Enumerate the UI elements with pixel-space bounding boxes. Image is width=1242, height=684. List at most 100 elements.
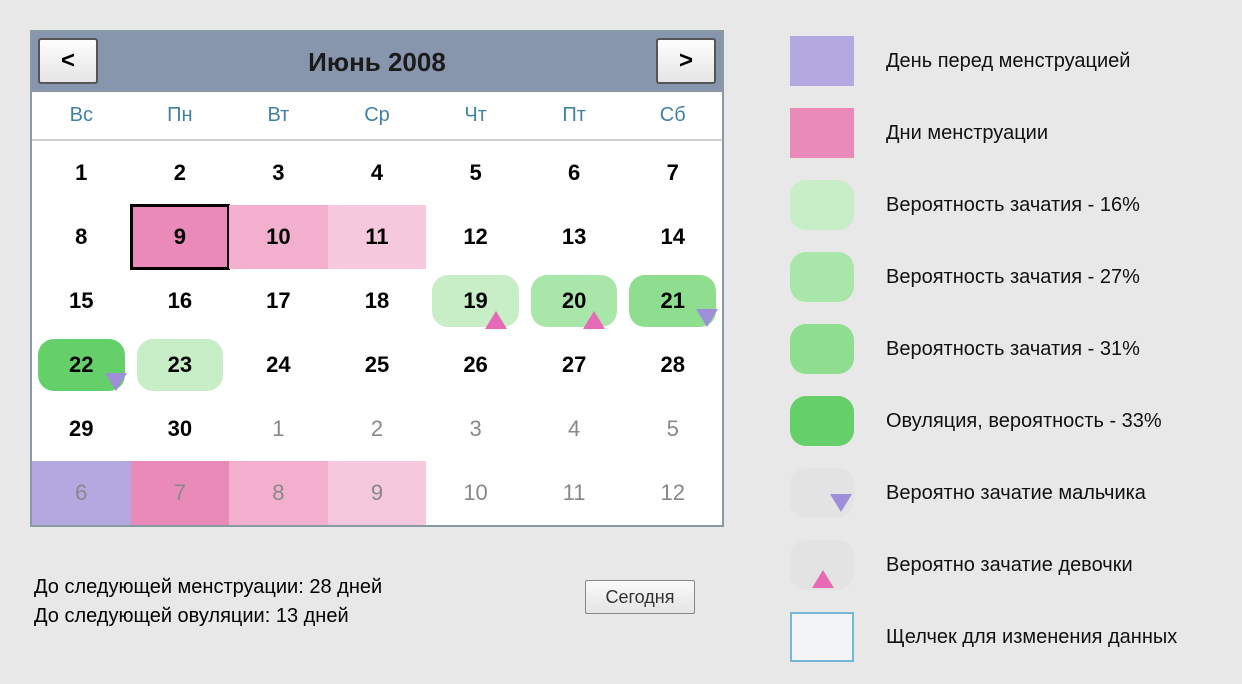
prev-month-button[interactable]: <: [38, 38, 98, 84]
legend-swatch: [790, 612, 854, 662]
legend-label: Вероятно зачатие мальчика: [886, 482, 1146, 505]
day-number: 11: [563, 480, 586, 506]
day-cell[interactable]: 24: [229, 333, 328, 397]
day-number: 11: [365, 224, 388, 250]
day-cell[interactable]: 14: [623, 205, 722, 269]
day-number: 13: [562, 224, 586, 250]
day-cell[interactable]: 5: [623, 397, 722, 461]
day-cell[interactable]: 19: [426, 269, 525, 333]
day-cell[interactable]: 3: [426, 397, 525, 461]
weekday-row: ВсПнВтСрЧтПтСб: [32, 92, 722, 141]
day-number: 2: [371, 416, 383, 442]
legend-swatch: [790, 540, 854, 590]
day-cell[interactable]: 10: [426, 461, 525, 525]
day-cell[interactable]: 1: [32, 141, 131, 205]
day-cell[interactable]: 21: [623, 269, 722, 333]
legend-panel: День перед менструацией Дни менструации Ве…: [790, 36, 1220, 684]
legend-row: День перед менструацией: [790, 36, 1220, 86]
weekday-6: Сб: [623, 92, 722, 139]
day-cell[interactable]: 7: [623, 141, 722, 205]
day-cell[interactable]: 23: [131, 333, 230, 397]
weekday-3: Ср: [328, 92, 427, 139]
day-cell[interactable]: 12: [426, 205, 525, 269]
day-number: 12: [463, 224, 487, 250]
day-cell[interactable]: 27: [525, 333, 624, 397]
day-cell[interactable]: 11: [328, 205, 427, 269]
next-month-button[interactable]: >: [656, 38, 716, 84]
day-number: 7: [174, 480, 186, 506]
day-cell[interactable]: 29: [32, 397, 131, 461]
day-cell[interactable]: 11: [525, 461, 624, 525]
day-cell[interactable]: 17: [229, 269, 328, 333]
day-number: 2: [174, 160, 186, 186]
day-cell[interactable]: 18: [328, 269, 427, 333]
day-cell[interactable]: 9: [328, 461, 427, 525]
day-cell[interactable]: 20: [525, 269, 624, 333]
day-number: 1: [75, 160, 87, 186]
day-number: 18: [365, 288, 389, 314]
today-button[interactable]: Сегодня: [585, 580, 695, 614]
day-number: 12: [660, 480, 684, 506]
calendar-panel: < Июнь 2008 > ВсПнВтСрЧтПтСб 12345678910…: [30, 30, 724, 527]
day-cell[interactable]: 6: [525, 141, 624, 205]
day-cell[interactable]: 16: [131, 269, 230, 333]
next-menstruation-label: До следующей менструации: 28 дней: [34, 576, 382, 599]
legend-row: Щелчек для изменения данных: [790, 612, 1220, 662]
day-cell[interactable]: 8: [229, 461, 328, 525]
legend-swatch: [790, 324, 854, 374]
next-ovulation-label: До следующей овуляции: 13 дней: [34, 605, 382, 628]
day-cell[interactable]: 22: [32, 333, 131, 397]
legend-row: Вероятно зачатие мальчика: [790, 468, 1220, 518]
status-footer: До следующей менструации: 28 дней До сле…: [34, 576, 382, 634]
legend-swatch: [790, 252, 854, 302]
day-number: 9: [174, 224, 186, 250]
day-cell[interactable]: 9: [131, 205, 230, 269]
day-cell[interactable]: 7: [131, 461, 230, 525]
day-number: 26: [463, 352, 487, 378]
legend-row: Вероятность зачатия - 31%: [790, 324, 1220, 374]
day-cell[interactable]: 4: [525, 397, 624, 461]
day-cell[interactable]: 26: [426, 333, 525, 397]
girl-marker-icon: [812, 570, 834, 588]
day-cell[interactable]: 2: [328, 397, 427, 461]
day-cell[interactable]: 10: [229, 205, 328, 269]
day-cell[interactable]: 2: [131, 141, 230, 205]
legend-row: Дни менструации: [790, 108, 1220, 158]
legend-label: Вероятность зачатия - 27%: [886, 266, 1140, 289]
day-cell[interactable]: 4: [328, 141, 427, 205]
day-cell[interactable]: 5: [426, 141, 525, 205]
day-cell[interactable]: 30: [131, 397, 230, 461]
day-number: 3: [272, 160, 284, 186]
day-number: 15: [69, 288, 93, 314]
day-cell[interactable]: 8: [32, 205, 131, 269]
legend-label: Овуляция, вероятность - 33%: [886, 410, 1162, 433]
weekday-2: Вт: [229, 92, 328, 139]
boy-marker-icon: [830, 494, 852, 512]
day-cell[interactable]: 12: [623, 461, 722, 525]
day-number: 3: [469, 416, 481, 442]
day-number: 1: [272, 416, 284, 442]
day-cell[interactable]: 13: [525, 205, 624, 269]
day-number: 5: [469, 160, 481, 186]
month-title: Июнь 2008: [104, 32, 650, 90]
day-cell[interactable]: 15: [32, 269, 131, 333]
day-cell[interactable]: 1: [229, 397, 328, 461]
girl-marker-icon: [485, 311, 507, 329]
day-number: 22: [69, 352, 93, 378]
day-number: 25: [365, 352, 389, 378]
day-cell[interactable]: 3: [229, 141, 328, 205]
day-cell[interactable]: 6: [32, 461, 131, 525]
calendar-grid: 1234567891011121314151617181920212223242…: [32, 141, 722, 525]
legend-swatch: [790, 180, 854, 230]
day-number: 30: [168, 416, 192, 442]
day-number: 4: [371, 160, 383, 186]
day-number: 7: [667, 160, 679, 186]
legend-row: Вероятно зачатие девочки: [790, 540, 1220, 590]
boy-marker-icon: [105, 373, 127, 391]
day-number: 6: [75, 480, 87, 506]
legend-label: Щелчек для изменения данных: [886, 626, 1177, 649]
day-number: 4: [568, 416, 580, 442]
day-cell[interactable]: 28: [623, 333, 722, 397]
day-number: 6: [568, 160, 580, 186]
day-cell[interactable]: 25: [328, 333, 427, 397]
